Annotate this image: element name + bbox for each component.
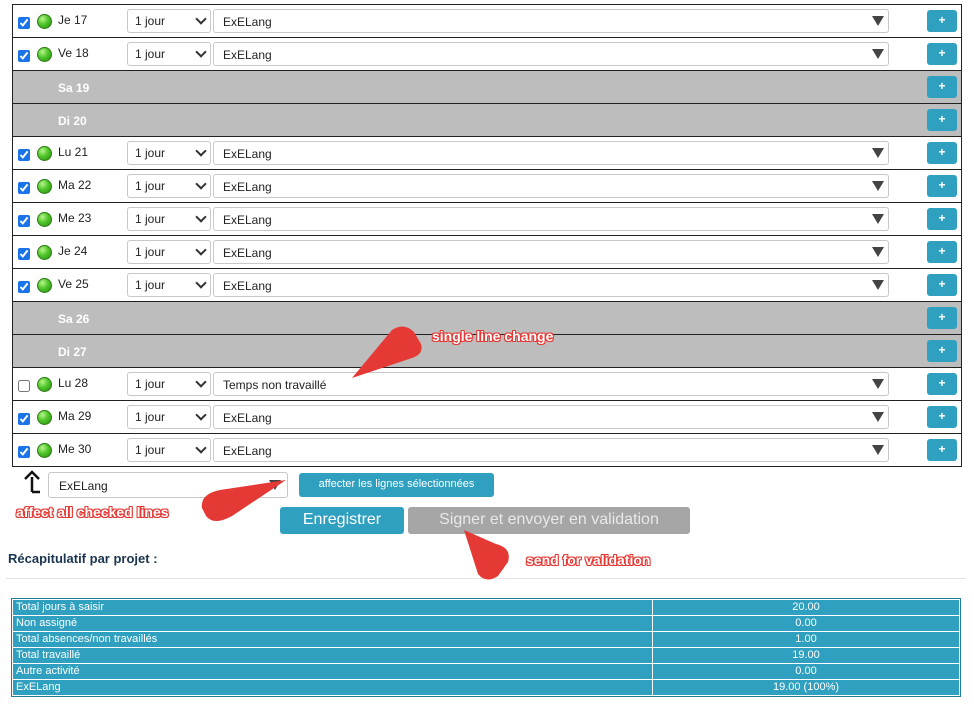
callout-pointer-send [464,530,509,580]
callout-shapes [201,326,509,580]
callout-affect-all: affect all checked lines [16,504,169,520]
callout-single-line: single line change [432,328,554,344]
callout-pointer-affect [201,480,286,521]
callout-pointer-single-line [352,326,422,378]
callout-send-validation: send for validation [526,552,651,568]
